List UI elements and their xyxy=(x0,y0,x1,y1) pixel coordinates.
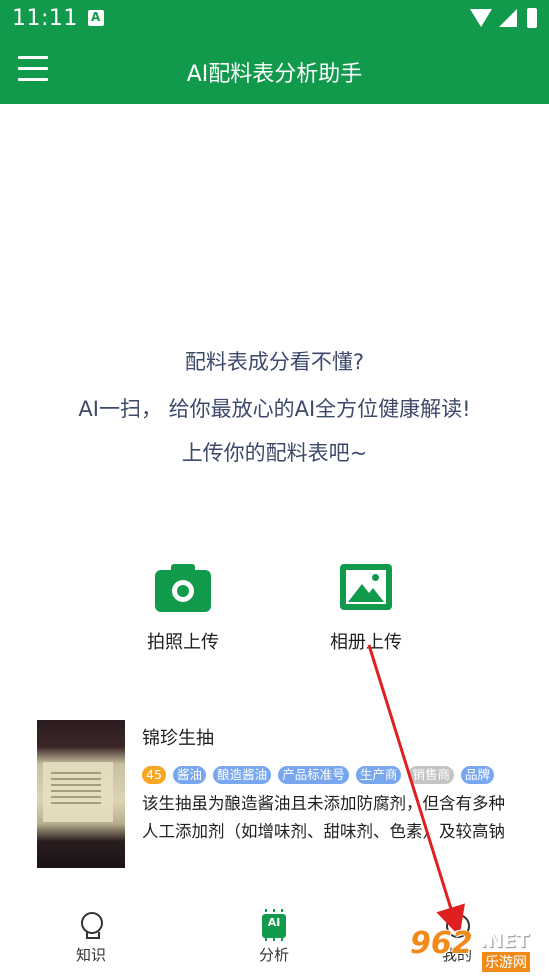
app-notification-icon xyxy=(88,10,104,26)
product-history-card[interactable]: 锦珍生抽 45 酱油 酿造酱油 产品标准号 生产商 销售商 品牌 该生抽虽为酿造… xyxy=(37,720,527,870)
tag-item: 酱油 xyxy=(173,766,207,784)
nav-label-knowledge: 知识 xyxy=(75,946,106,964)
tag-item: 酿造酱油 xyxy=(213,766,272,784)
product-thumbnail xyxy=(37,720,125,868)
gallery-upload-label: 相册上传 xyxy=(330,632,402,653)
product-name: 锦珍生抽 xyxy=(142,728,214,749)
watermark-net: .NET xyxy=(480,930,530,952)
health-score-badge: 45 xyxy=(142,766,166,784)
nav-item-analysis[interactable]: AI 分析 xyxy=(229,909,319,965)
product-description: 该生抽虽为酿造酱油且未添加防腐剂，但含有多种 人工添加剂（如增味剂、甜味剂、色素… xyxy=(142,790,522,846)
site-watermark: 962 .NET 乐游网 xyxy=(410,926,545,972)
status-time: 11:11 xyxy=(12,6,78,31)
product-tags: 45 酱油 酿造酱油 产品标准号 生产商 销售商 品牌 xyxy=(142,766,496,786)
camera-upload-button[interactable]: 拍照上传 xyxy=(113,562,253,654)
description-line-2: 人工添加剂（如增味剂、甜味剂、色素）及较高钠 xyxy=(142,822,505,841)
ai-chip-text: AI xyxy=(267,916,281,929)
intro-line-3: 上传你的配料表吧~ xyxy=(181,441,368,465)
tag-item: 销售商 xyxy=(408,766,454,784)
watermark-logo: 962 xyxy=(410,926,473,961)
tag-item: 产品标准号 xyxy=(278,766,349,784)
camera-upload-label: 拍照上传 xyxy=(147,632,219,653)
battery-icon xyxy=(527,8,537,28)
camera-icon xyxy=(155,562,211,612)
ai-chip-icon: AI xyxy=(258,909,290,941)
status-bar: 11:11 xyxy=(0,0,549,38)
app-bar: AI配料表分析助手 xyxy=(0,38,549,104)
tag-item: 生产商 xyxy=(355,766,402,784)
lightbulb-icon xyxy=(78,912,104,940)
wifi-icon xyxy=(470,9,492,27)
tag-item: 品牌 xyxy=(461,766,495,784)
intro-line-1: 配料表成分看不懂? xyxy=(184,350,365,374)
signal-icon xyxy=(499,9,517,27)
nav-label-analysis: 分析 xyxy=(258,946,289,964)
intro-line-2: AI一扫， 给你最放心的AI全方位健康解读! xyxy=(78,397,471,421)
watermark-site: 乐游网 xyxy=(482,952,530,972)
page-title: AI配料表分析助手 xyxy=(186,62,363,87)
image-gallery-icon xyxy=(338,562,394,612)
nav-item-knowledge[interactable]: 知识 xyxy=(46,912,136,965)
gallery-upload-button[interactable]: 相册上传 xyxy=(296,562,436,654)
description-line-1: 该生抽虽为酿造酱油且未添加防腐剂，但含有多种 xyxy=(142,794,505,813)
